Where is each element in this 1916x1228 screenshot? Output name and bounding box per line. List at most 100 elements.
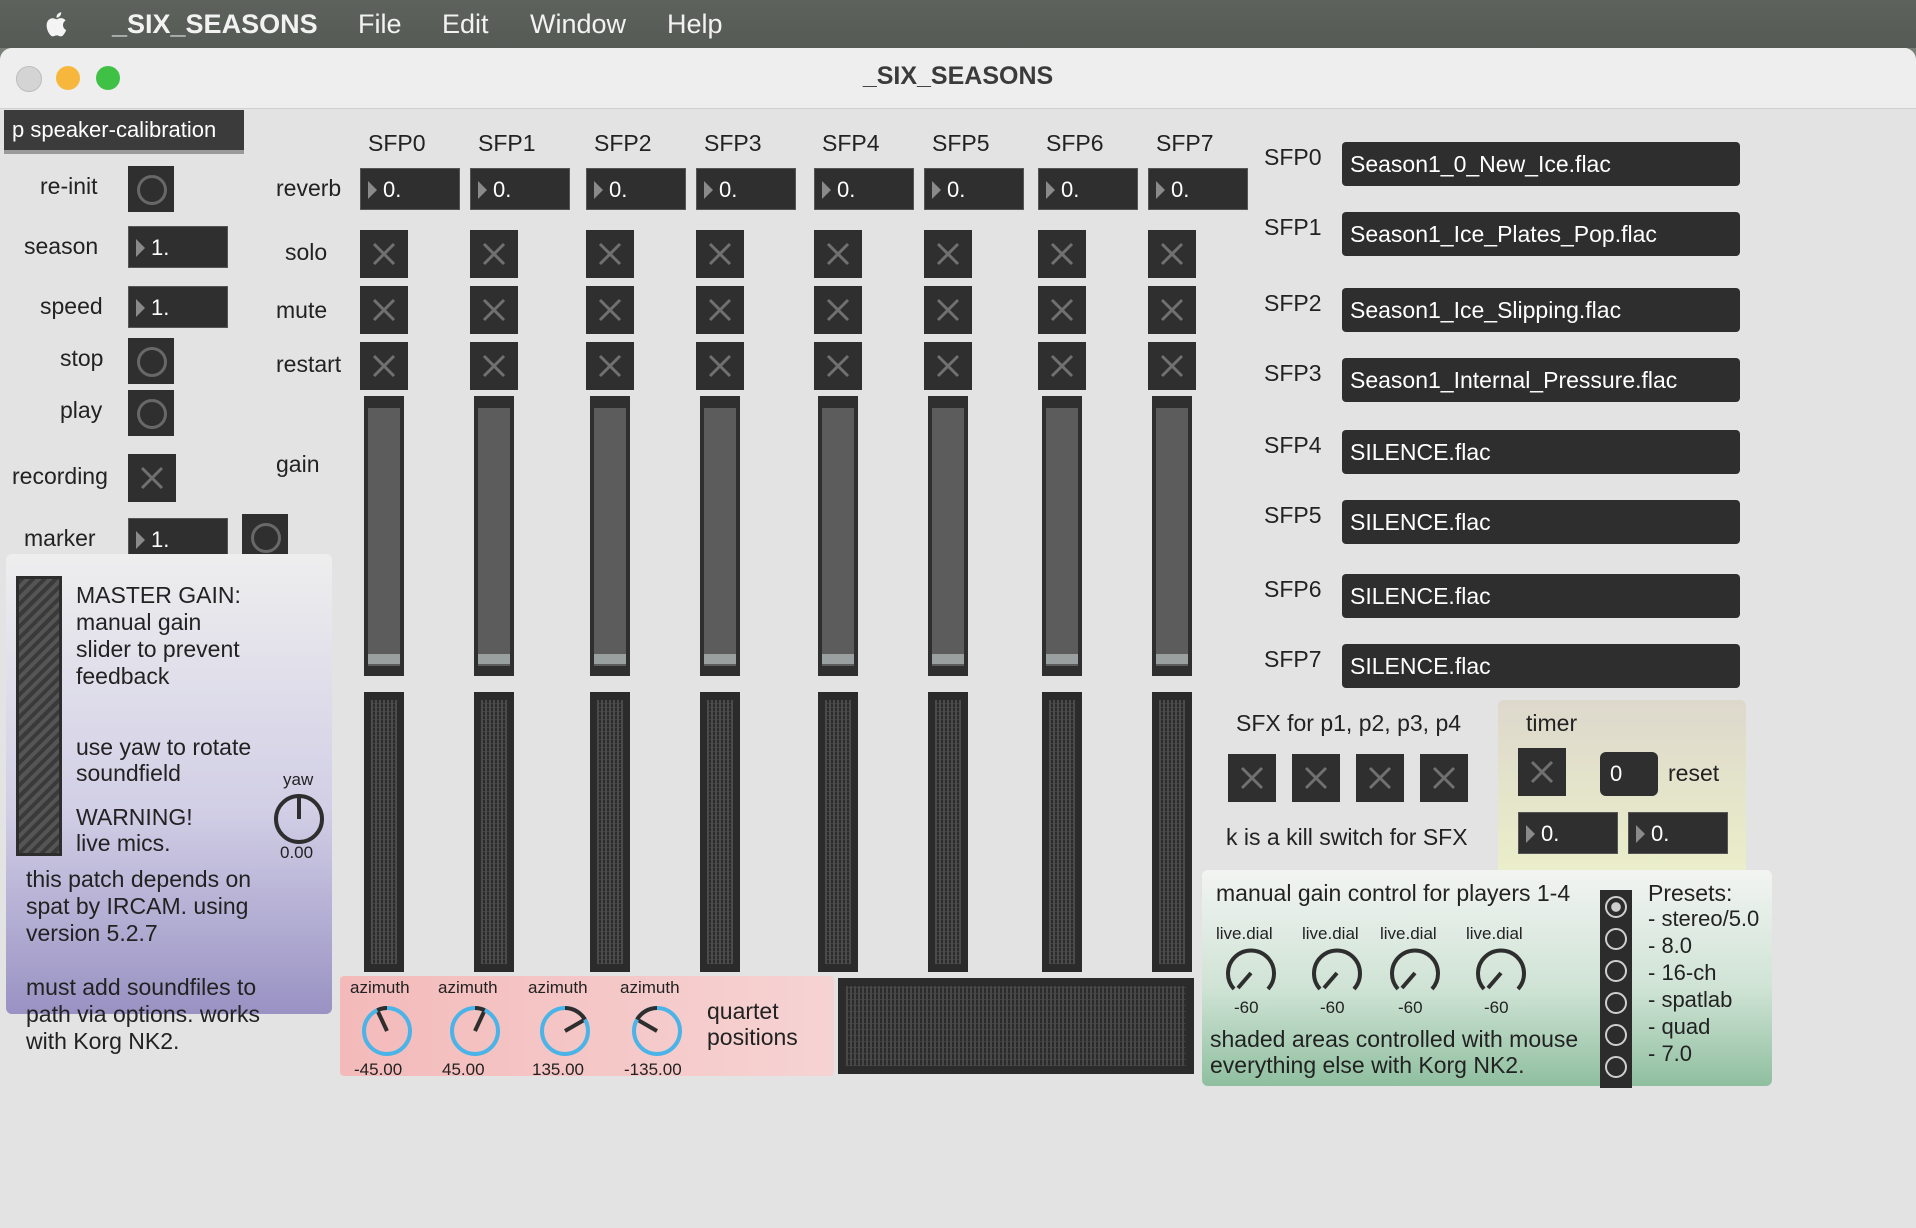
- preset-radio-3[interactable]: [1605, 992, 1627, 1014]
- mute-toggle[interactable]: [1148, 286, 1196, 334]
- solo-toggle[interactable]: [470, 230, 518, 278]
- live-dial[interactable]: [1308, 944, 1366, 1002]
- restart-toggle[interactable]: [470, 342, 518, 390]
- timer-toggle[interactable]: [1518, 748, 1566, 796]
- reverb-number[interactable]: 0.: [1148, 168, 1248, 210]
- solo-toggle[interactable]: [924, 230, 972, 278]
- file-name[interactable]: SILENCE.flac: [1342, 500, 1740, 544]
- live-dial[interactable]: [1472, 944, 1530, 1002]
- reverb-number[interactable]: 0.: [814, 168, 914, 210]
- preset-radio-1[interactable]: [1605, 928, 1627, 950]
- live-dial[interactable]: [1222, 944, 1280, 1002]
- restart-toggle[interactable]: [1038, 342, 1086, 390]
- reverb-number[interactable]: 0.: [586, 168, 686, 210]
- sfx-toggle[interactable]: [1292, 754, 1340, 802]
- solo-toggle[interactable]: [696, 230, 744, 278]
- gain-slider-knob[interactable]: [478, 654, 510, 664]
- reverb-number[interactable]: 0.: [924, 168, 1024, 210]
- gain-slider[interactable]: [590, 396, 630, 676]
- file-name[interactable]: SILENCE.flac: [1342, 644, 1740, 688]
- sfx-toggle[interactable]: [1420, 754, 1468, 802]
- x-icon: [598, 354, 622, 378]
- stop-bang[interactable]: [128, 338, 174, 384]
- season-number[interactable]: 1.: [128, 226, 228, 268]
- file-name[interactable]: SILENCE.flac: [1342, 430, 1740, 474]
- file-name[interactable]: Season1_Ice_Slipping.flac: [1342, 288, 1740, 332]
- gain-slider[interactable]: [1042, 396, 1082, 676]
- mute-toggle[interactable]: [696, 286, 744, 334]
- menu-file[interactable]: File: [358, 9, 402, 40]
- marker-label: marker: [24, 525, 96, 551]
- master-gain-slider[interactable]: [16, 576, 62, 856]
- live-dial[interactable]: [1386, 944, 1444, 1002]
- file-name[interactable]: Season1_0_New_Ice.flac: [1342, 142, 1740, 186]
- reinit-bang[interactable]: [128, 166, 174, 212]
- mute-toggle[interactable]: [814, 286, 862, 334]
- menu-app-name[interactable]: _SIX_SEASONS: [112, 9, 318, 40]
- file-name[interactable]: Season1_Internal_Pressure.flac: [1342, 358, 1740, 402]
- gain-slider-fill: [822, 408, 854, 666]
- menu-window[interactable]: Window: [530, 9, 626, 40]
- reverb-number[interactable]: 0.: [1038, 168, 1138, 210]
- mute-toggle[interactable]: [924, 286, 972, 334]
- azimuth-dial[interactable]: [446, 1002, 504, 1060]
- manual-gain-title: manual gain control for players 1-4: [1216, 880, 1571, 906]
- restart-toggle[interactable]: [586, 342, 634, 390]
- azimuth-dial[interactable]: [536, 1002, 594, 1060]
- restart-toggle[interactable]: [924, 342, 972, 390]
- gain-slider-knob[interactable]: [594, 654, 626, 664]
- timer-count[interactable]: 0: [1600, 752, 1658, 796]
- solo-toggle[interactable]: [1038, 230, 1086, 278]
- channel-label: SFP2: [594, 130, 652, 156]
- mute-toggle[interactable]: [586, 286, 634, 334]
- reverb-number[interactable]: 0.: [360, 168, 460, 210]
- gain-slider[interactable]: [928, 396, 968, 676]
- solo-toggle[interactable]: [814, 230, 862, 278]
- reverb-number[interactable]: 0.: [470, 168, 570, 210]
- sfx-toggle[interactable]: [1356, 754, 1404, 802]
- restart-toggle[interactable]: [360, 342, 408, 390]
- file-name[interactable]: SILENCE.flac: [1342, 574, 1740, 618]
- preset-radio-group[interactable]: [1600, 890, 1632, 1088]
- gain-slider[interactable]: [1152, 396, 1192, 676]
- yaw-dial[interactable]: [272, 792, 326, 846]
- azimuth-dial[interactable]: [358, 1002, 416, 1060]
- gain-slider-knob[interactable]: [1046, 654, 1078, 664]
- quartet-positions-text: quartet positions: [707, 998, 798, 1050]
- mute-toggle[interactable]: [1038, 286, 1086, 334]
- timer-value-2[interactable]: 0.: [1628, 812, 1728, 854]
- solo-toggle[interactable]: [586, 230, 634, 278]
- gain-slider-knob[interactable]: [704, 654, 736, 664]
- preset-radio-2[interactable]: [1605, 960, 1627, 982]
- mute-toggle[interactable]: [360, 286, 408, 334]
- menu-help[interactable]: Help: [667, 9, 723, 40]
- preset-radio-5[interactable]: [1605, 1056, 1627, 1078]
- preset-radio-4[interactable]: [1605, 1024, 1627, 1046]
- gain-slider-knob[interactable]: [822, 654, 854, 664]
- mute-toggle[interactable]: [470, 286, 518, 334]
- play-bang[interactable]: [128, 390, 174, 436]
- gain-slider[interactable]: [474, 396, 514, 676]
- menu-edit[interactable]: Edit: [442, 9, 489, 40]
- gain-slider[interactable]: [818, 396, 858, 676]
- speed-number[interactable]: 1.: [128, 286, 228, 328]
- gain-slider[interactable]: [700, 396, 740, 676]
- gain-slider-knob[interactable]: [1156, 654, 1188, 664]
- recording-toggle[interactable]: [128, 454, 176, 502]
- restart-toggle[interactable]: [1148, 342, 1196, 390]
- restart-toggle[interactable]: [814, 342, 862, 390]
- solo-toggle[interactable]: [360, 230, 408, 278]
- file-name[interactable]: Season1_Ice_Plates_Pop.flac: [1342, 212, 1740, 256]
- gain-slider-knob[interactable]: [932, 654, 964, 664]
- restart-toggle[interactable]: [696, 342, 744, 390]
- apple-logo-icon[interactable]: [40, 7, 74, 41]
- subpatch-speaker-calibration[interactable]: p speaker-calibration: [4, 110, 244, 154]
- timer-value-1[interactable]: 0.: [1518, 812, 1618, 854]
- solo-toggle[interactable]: [1148, 230, 1196, 278]
- azimuth-dial[interactable]: [628, 1002, 686, 1060]
- preset-radio-0[interactable]: [1605, 896, 1627, 918]
- gain-slider[interactable]: [364, 396, 404, 676]
- sfx-toggle[interactable]: [1228, 754, 1276, 802]
- gain-slider-knob[interactable]: [368, 654, 400, 664]
- reverb-number[interactable]: 0.: [696, 168, 796, 210]
